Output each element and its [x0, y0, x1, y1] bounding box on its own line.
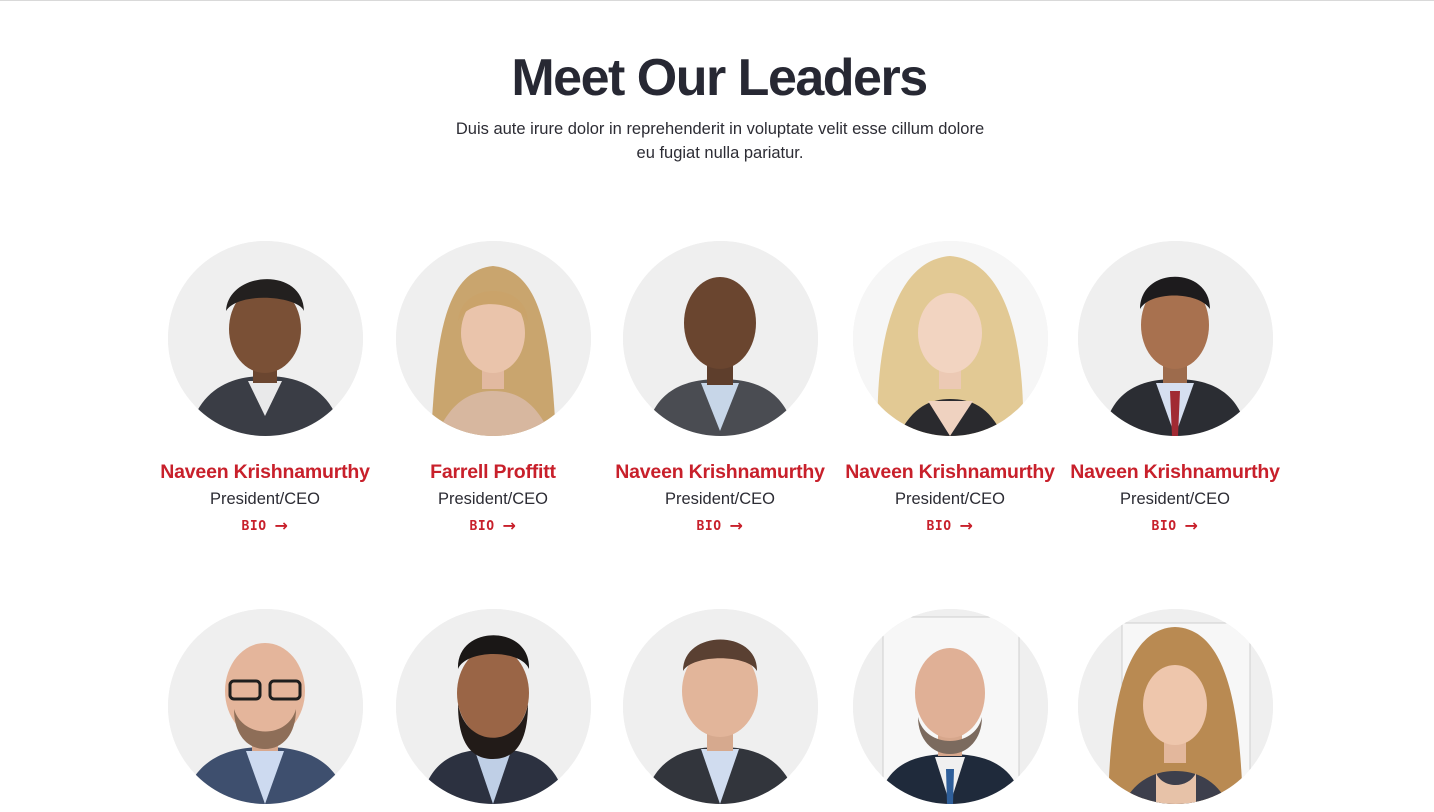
leader-photo[interactable]: [1077, 609, 1273, 804]
bio-link[interactable]: BIO →: [470, 518, 517, 534]
bio-label: BIO: [696, 518, 722, 534]
bio-label: BIO: [1151, 518, 1177, 534]
arrow-right-icon: →: [502, 516, 517, 535]
leader-name[interactable]: Naveen Krishnamurthy: [605, 462, 835, 482]
bio-link[interactable]: BIO →: [927, 518, 974, 534]
bio-label: BIO: [926, 518, 952, 534]
leader-card: Naveen Krishnamurthy President/CEO BIO →: [835, 241, 1065, 535]
leader-photo[interactable]: [395, 609, 591, 804]
bio-label: BIO: [241, 518, 267, 534]
leader-photo[interactable]: [622, 609, 818, 804]
arrow-right-icon: →: [959, 516, 974, 535]
leader-card: [835, 609, 1065, 812]
leader-photo[interactable]: [167, 241, 363, 436]
arrow-right-icon: →: [1184, 516, 1199, 535]
arrow-right-icon: →: [729, 516, 744, 535]
bio-label: BIO: [469, 518, 495, 534]
leader-photo[interactable]: [852, 241, 1048, 436]
leader-card: Farrell Proffitt President/CEO BIO →: [378, 241, 608, 535]
leader-photo[interactable]: [395, 241, 591, 436]
leader-name[interactable]: Naveen Krishnamurthy: [835, 462, 1065, 482]
leader-card: Naveen Krishnamurthy President/CEO BIO →: [605, 241, 835, 535]
leader-name[interactable]: Naveen Krishnamurthy: [1060, 462, 1290, 482]
leader-card: Naveen Krishnamurthy President/CEO BIO →: [1060, 241, 1290, 535]
leader-title: President/CEO: [209, 490, 321, 508]
leader-photo[interactable]: [167, 609, 363, 804]
leader-name[interactable]: Farrell Proffitt: [378, 462, 608, 482]
leader-photo[interactable]: [1077, 241, 1273, 436]
leader-card: Naveen Krishnamurthy President/CEO BIO →: [150, 241, 380, 535]
leader-title: President/CEO: [894, 490, 1006, 508]
leader-name[interactable]: Naveen Krishnamurthy: [150, 462, 380, 482]
leader-card: [605, 609, 835, 812]
arrow-right-icon: →: [274, 516, 289, 535]
leader-card: [378, 609, 608, 812]
leaders-grid: Naveen Krishnamurthy President/CEO BIO →…: [0, 0, 1434, 812]
leader-title: President/CEO: [437, 490, 549, 508]
bio-link[interactable]: BIO →: [1152, 518, 1199, 534]
leader-card: [1060, 609, 1290, 812]
leader-card: [150, 609, 380, 812]
leader-photo[interactable]: [622, 241, 818, 436]
leader-title: President/CEO: [664, 490, 776, 508]
bio-link[interactable]: BIO →: [697, 518, 744, 534]
bio-link[interactable]: BIO →: [242, 518, 289, 534]
leaders-section: Meet Our Leaders Duis aute irure dolor i…: [0, 0, 1434, 812]
leader-title: President/CEO: [1119, 490, 1231, 508]
leader-photo[interactable]: [852, 609, 1048, 804]
